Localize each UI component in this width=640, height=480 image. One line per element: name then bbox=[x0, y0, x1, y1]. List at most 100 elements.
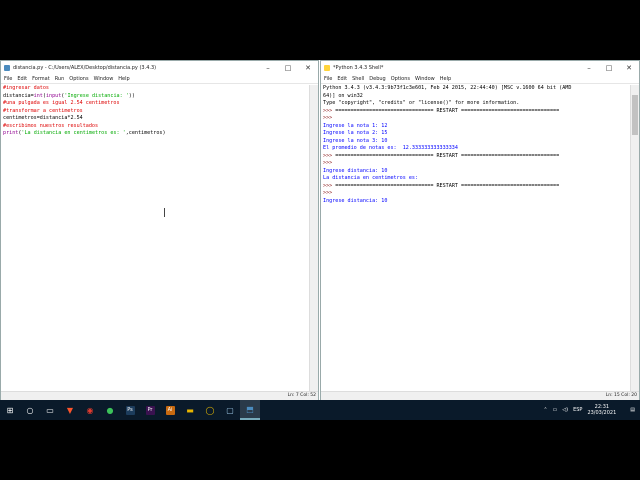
green-app-icon[interactable]: ● bbox=[100, 400, 120, 420]
code-token: #ingresar datos bbox=[3, 85, 50, 91]
python-shell-icon bbox=[324, 65, 330, 71]
code-token: input bbox=[45, 92, 62, 99]
screen-app-icon[interactable]: ▢ bbox=[220, 400, 240, 420]
shell-line: El promedio de notas es: 12.333333333333… bbox=[323, 145, 629, 153]
shell-token: ================================ RESTART… bbox=[335, 152, 560, 159]
shell-line: La distancia en centimetros es: bbox=[323, 175, 629, 183]
menu-window[interactable]: Window bbox=[415, 75, 435, 83]
shell-token: Ingrese la nota 1: 12 bbox=[323, 122, 388, 129]
menu-shell[interactable]: Shell bbox=[352, 75, 364, 83]
shell-token: >>> bbox=[323, 152, 336, 159]
menu-help[interactable]: Help bbox=[440, 75, 451, 83]
cursor-position: Ln: 7 Col: 52 bbox=[287, 393, 316, 398]
menu-options[interactable]: Options bbox=[69, 75, 88, 83]
yellow-app-icon[interactable]: ◯ bbox=[200, 400, 220, 420]
notifications-icon[interactable]: ▤ bbox=[630, 407, 635, 413]
photoshop-icon[interactable]: Ps bbox=[120, 400, 140, 420]
explorer-icon[interactable]: ▬ bbox=[180, 400, 200, 420]
scroll-thumb[interactable] bbox=[632, 95, 638, 135]
code-token: int bbox=[33, 92, 43, 99]
code-token: 'Ingrese distancia: ' bbox=[64, 92, 129, 99]
maximize-button[interactable]: □ bbox=[599, 61, 619, 75]
shell-token: >>> bbox=[323, 107, 336, 114]
close-button[interactable]: ✕ bbox=[298, 61, 318, 75]
illustrator-icon[interactable]: Ai bbox=[160, 400, 180, 420]
code-line: #escribimos nuestros resultados bbox=[3, 123, 308, 131]
chevron-up-icon[interactable]: ⌃ bbox=[543, 407, 547, 413]
start-icon[interactable]: ⊞ bbox=[0, 400, 20, 420]
menu-help[interactable]: Help bbox=[118, 75, 129, 83]
text-cursor-icon bbox=[164, 208, 166, 217]
code-token: #transformar a centimetros bbox=[3, 107, 83, 114]
menu-window[interactable]: Window bbox=[94, 75, 114, 83]
editor-statusbar: Ln: 7 Col: 52 bbox=[1, 391, 318, 400]
code-token: print bbox=[3, 130, 19, 136]
editor-window[interactable]: distancia.py - C:/Users/ALEX/Desktop/dis… bbox=[0, 60, 319, 401]
volume-icon[interactable]: ◁) bbox=[562, 407, 568, 413]
code-line: #transformar a centimetros bbox=[3, 108, 308, 116]
menu-run[interactable]: Run bbox=[55, 75, 65, 83]
editor-menubar: File Edit Format Run Options Window Help bbox=[1, 75, 318, 84]
code-editor[interactable]: #ingresar datos distancia=int(input('Ingr… bbox=[3, 85, 308, 138]
shell-menubar: File Edit Shell Debug Options Window Hel… bbox=[321, 75, 639, 84]
code-token: ,centimetros) bbox=[125, 130, 166, 136]
code-line: #ingresar datos bbox=[3, 85, 308, 93]
taskbar-apps: ⊞ ○ ▭ ▼ ◉ ● Ps Pr Ai ▬ ◯ ▢ ⬒ bbox=[0, 400, 260, 420]
code-token: distancia= bbox=[3, 92, 34, 99]
code-token: #escribimos nuestros resultados bbox=[3, 122, 99, 129]
menu-edit[interactable]: Edit bbox=[17, 75, 27, 83]
code-line: centimetros=distancia*2.54 bbox=[3, 115, 308, 123]
menu-edit[interactable]: Edit bbox=[337, 75, 347, 83]
menu-format[interactable]: Format bbox=[32, 75, 50, 83]
shell-token: >>> bbox=[323, 182, 336, 189]
shell-line: >>> ================================ RES… bbox=[323, 108, 629, 116]
shell-window[interactable]: *Python 3.4.3 Shell* – □ ✕ File Edit She… bbox=[320, 60, 640, 401]
shell-line: Ingrese la nota 1: 12 bbox=[323, 123, 629, 131]
minimize-button[interactable]: – bbox=[579, 61, 599, 75]
close-button[interactable]: ✕ bbox=[619, 61, 639, 75]
shell-token: Python 3.4.3 (v3.4.3:9b73f1c3e601, Feb 2… bbox=[323, 85, 572, 91]
code-token: centimetros=distancia*2.54 bbox=[3, 115, 83, 121]
system-tray: ⌃ ▭ ◁) ESP 22:31 23/03/2021 ▤ bbox=[543, 400, 640, 420]
python-icon[interactable]: ⬒ bbox=[240, 400, 260, 420]
brave-icon[interactable]: ▼ bbox=[60, 400, 80, 420]
minimize-button[interactable]: – bbox=[258, 61, 278, 75]
shell-line: >>> bbox=[323, 190, 629, 198]
shell-line: Python 3.4.3 (v3.4.3:9b73f1c3e601, Feb 2… bbox=[323, 85, 629, 93]
shell-token: Ingrese distancia: 10 bbox=[323, 167, 388, 174]
shell-statusbar: Ln: 15 Col: 20 bbox=[321, 391, 639, 400]
shell-token: Ingrese la nota 3: 10 bbox=[323, 137, 388, 144]
shell-titlebar[interactable]: *Python 3.4.3 Shell* – □ ✕ bbox=[321, 61, 639, 75]
desktop: distancia.py - C:/Users/ALEX/Desktop/dis… bbox=[0, 60, 640, 420]
shell-token: Ingrese distancia: 10 bbox=[323, 197, 388, 204]
maximize-button[interactable]: □ bbox=[278, 61, 298, 75]
search-icon[interactable]: ○ bbox=[20, 400, 40, 420]
shell-line: Ingrese la nota 3: 10 bbox=[323, 138, 629, 146]
chrome-icon[interactable]: ◉ bbox=[80, 400, 100, 420]
shell-scrollbar[interactable] bbox=[630, 85, 639, 391]
menu-file[interactable]: File bbox=[4, 75, 12, 83]
editor-scrollbar[interactable] bbox=[309, 85, 318, 391]
shell-line: Type "copyright", "credits" or "license(… bbox=[323, 100, 629, 108]
shell-line: Ingrese distancia: 10 bbox=[323, 168, 629, 176]
code-token: 'La distancia en centimetros es: ' bbox=[21, 130, 126, 136]
keyboard-language[interactable]: ESP bbox=[573, 407, 582, 413]
menu-file[interactable]: File bbox=[324, 75, 332, 83]
network-icon[interactable]: ▭ bbox=[553, 407, 558, 413]
shell-output[interactable]: Python 3.4.3 (v3.4.3:9b73f1c3e601, Feb 2… bbox=[323, 85, 629, 205]
shell-line: >>> bbox=[323, 115, 629, 123]
task-view-icon[interactable]: ▭ bbox=[40, 400, 60, 420]
menu-options[interactable]: Options bbox=[391, 75, 410, 83]
shell-line: >>> bbox=[323, 160, 629, 168]
shell-line: 64)] on win32 bbox=[323, 93, 629, 101]
code-token: #una pulgada es igual 2.54 centimetros bbox=[3, 100, 120, 106]
shell-line: Ingrese distancia: 10 bbox=[323, 198, 629, 206]
shell-token: 64)] on win32 bbox=[323, 92, 363, 99]
shell-token: La distancia en centimetros es: bbox=[323, 175, 419, 181]
menu-debug[interactable]: Debug bbox=[369, 75, 385, 83]
editor-titlebar[interactable]: distancia.py - C:/Users/ALEX/Desktop/dis… bbox=[1, 61, 318, 75]
shell-token: El promedio de notas es: 12.333333333333… bbox=[323, 145, 458, 151]
shell-token: >>> bbox=[323, 115, 336, 121]
premiere-icon[interactable]: Pr bbox=[140, 400, 160, 420]
clock[interactable]: 22:31 23/03/2021 bbox=[587, 404, 616, 416]
